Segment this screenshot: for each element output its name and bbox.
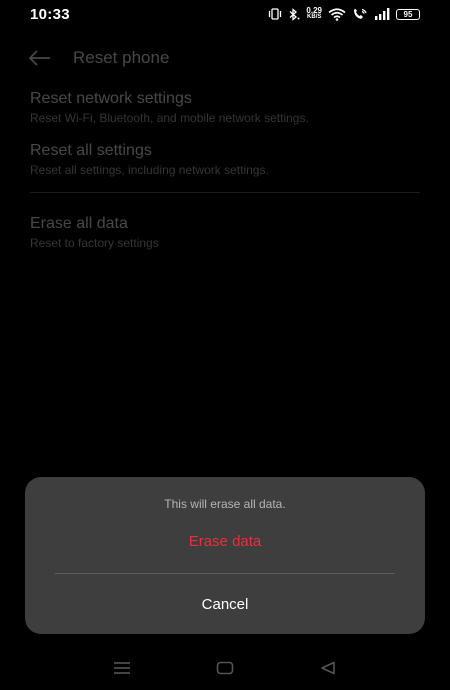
setting-title: Erase all data [30, 215, 128, 232]
status-icons: 0.29 KB/S 95 [268, 7, 420, 21]
setting-erase-all[interactable]: Erase all data Reset to factory settings [0, 213, 450, 251]
section-divider [30, 192, 420, 193]
screen: 10:33 0.29 KB/S 95 Reset phone Reset net… [0, 0, 450, 690]
network-speed-unit: KB/S [307, 14, 322, 20]
app-bar: Reset phone [0, 28, 450, 88]
dialog-divider [55, 573, 395, 574]
setting-description: Reset all settings, including network se… [30, 163, 269, 177]
back-icon[interactable] [318, 658, 338, 678]
home-icon[interactable] [215, 658, 235, 678]
status-time: 10:33 [30, 5, 70, 23]
page-title: Reset phone [73, 48, 170, 67]
back-arrow-icon[interactable] [28, 46, 52, 70]
network-speed-value: 0.29 [306, 6, 322, 15]
status-bar: 10:33 0.29 KB/S 95 [0, 0, 450, 28]
cancel-button[interactable]: Cancel [25, 596, 425, 613]
vibrate-icon [268, 8, 282, 20]
signal-icon [374, 8, 390, 20]
wifi-icon [328, 7, 346, 21]
setting-description: Reset to factory settings [30, 236, 159, 250]
setting-title: Reset all settings [30, 142, 152, 159]
battery-icon: 95 [396, 8, 420, 20]
dialog-message: This will erase all data. [164, 497, 286, 511]
bluetooth-icon [288, 7, 300, 21]
wifi-calling-icon [352, 8, 368, 21]
network-speed: 0.29 KB/S [306, 7, 322, 21]
navigation-bar [0, 646, 450, 690]
setting-description: Reset Wi-Fi, Bluetooth, and mobile netwo… [30, 111, 309, 125]
menu-icon[interactable] [112, 658, 132, 678]
erase-data-button[interactable]: Erase data [25, 533, 425, 550]
setting-reset-network[interactable]: Reset network settings Reset Wi-Fi, Blue… [0, 88, 450, 126]
erase-confirm-dialog: This will erase all data. Erase data Can… [25, 477, 425, 634]
setting-title: Reset network settings [30, 90, 192, 107]
setting-reset-all[interactable]: Reset all settings Reset all settings, i… [0, 140, 450, 178]
